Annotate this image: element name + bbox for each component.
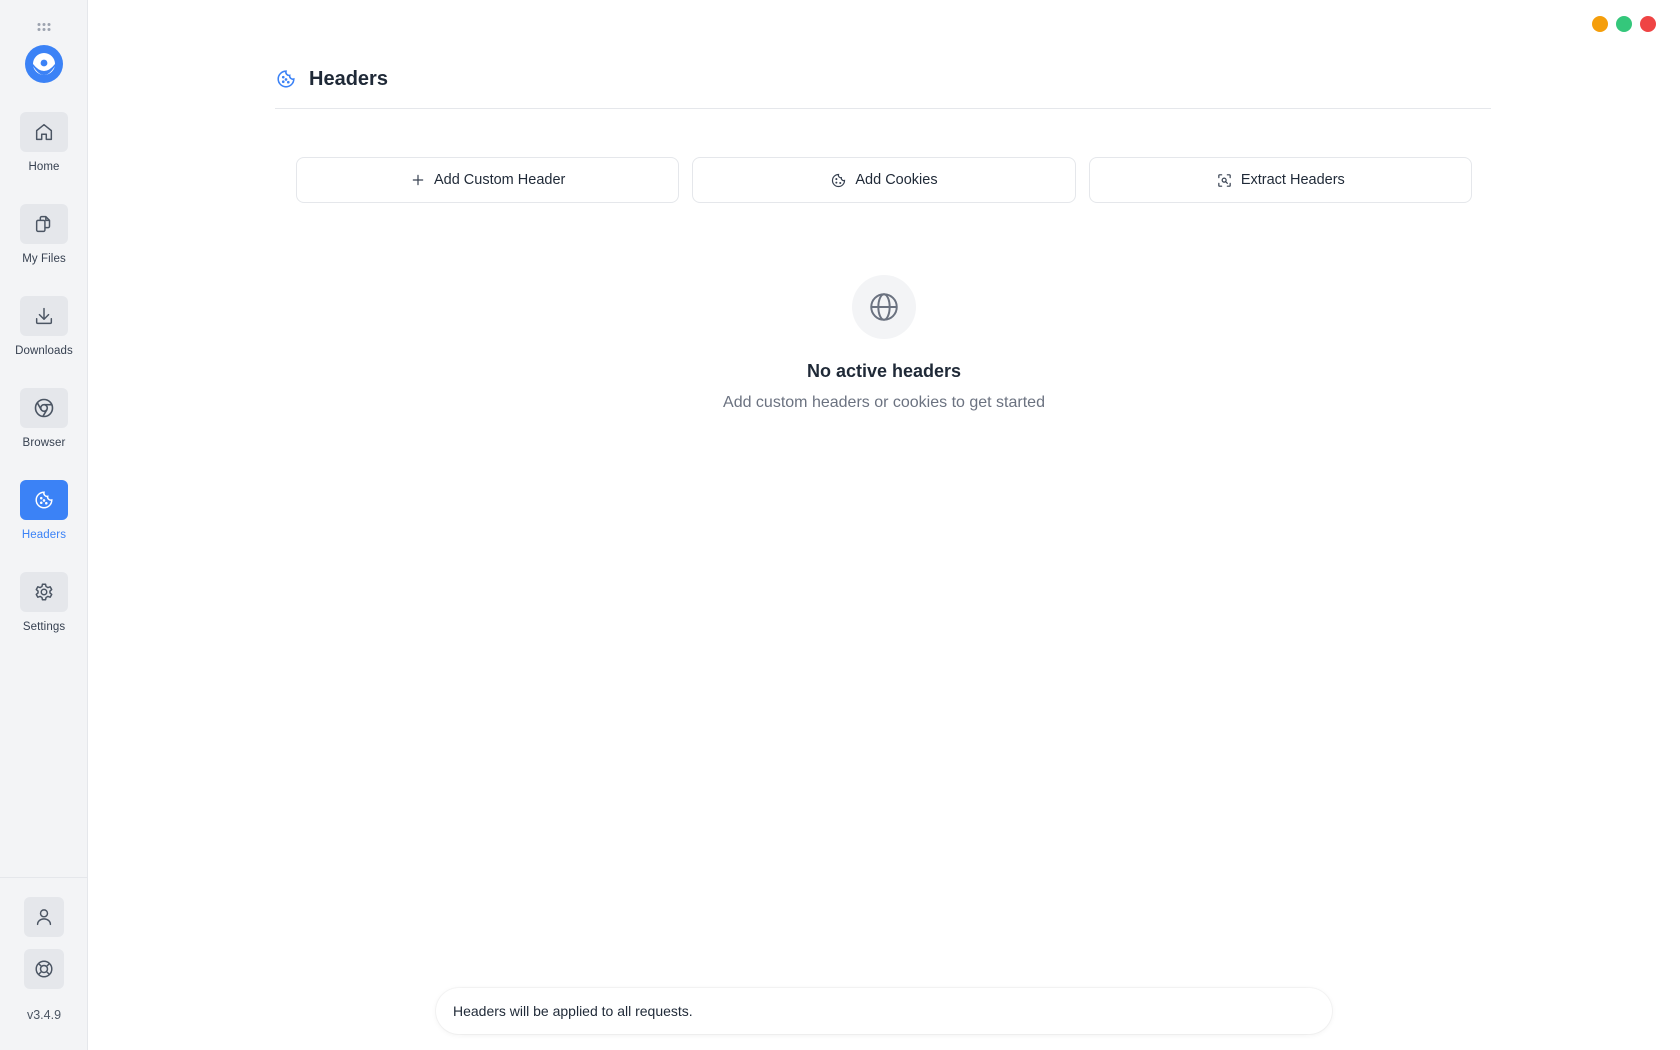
empty-state-title: No active headers	[806, 361, 962, 381]
scan-icon	[1218, 173, 1231, 187]
lifebuoy-icon[interactable]	[24, 949, 64, 989]
sidebar-item-label: Settings	[22, 621, 66, 633]
add-cookies-label: Add Cookies	[855, 172, 938, 188]
sidebar-divider	[0, 877, 88, 878]
download-icon[interactable]	[20, 296, 68, 336]
plus-icon	[412, 174, 424, 186]
app-version: v3.4.9	[26, 1008, 62, 1022]
sidebar-item-label: Headers	[21, 529, 67, 541]
extract-headers-label: Extract Headers	[1240, 172, 1345, 188]
drag-grip-icon[interactable]	[37, 23, 51, 31]
gear-icon[interactable]	[20, 572, 68, 612]
sidebar: Home My Files Downloads Browser Headers …	[0, 0, 88, 1050]
sidebar-item-headers[interactable]: Headers	[0, 480, 88, 541]
page-header: Headers	[275, 64, 1491, 109]
sidebar-item-label: Browser	[22, 437, 66, 449]
empty-state: No active headers Add custom headers or …	[88, 275, 1680, 412]
add-custom-header-label: Add Custom Header	[433, 172, 566, 188]
app-logo	[24, 44, 64, 84]
maximize-button[interactable]	[1616, 16, 1632, 32]
sidebar-item-browser[interactable]: Browser	[0, 388, 88, 449]
files-icon[interactable]	[20, 204, 68, 244]
add-custom-header-button[interactable]: Add Custom Header	[296, 157, 680, 203]
sidebar-item-settings[interactable]: Settings	[0, 572, 88, 633]
window-controls	[1592, 16, 1656, 32]
action-bar: Add Custom Header Add Cookies Extract He…	[296, 157, 1472, 203]
sidebar-item-downloads[interactable]: Downloads	[0, 296, 88, 357]
sidebar-item-label: Home	[28, 161, 60, 173]
sidebar-item-label: Downloads	[15, 345, 73, 357]
user-icon[interactable]	[24, 897, 64, 937]
info-banner: Headers will be applied to all requests.	[436, 988, 1332, 1034]
globe-icon	[852, 275, 916, 339]
sidebar-item-home[interactable]: Home	[0, 112, 88, 173]
home-icon[interactable]	[20, 112, 68, 152]
sidebar-item-my-files[interactable]: My Files	[0, 204, 88, 265]
add-cookies-button[interactable]: Add Cookies	[692, 157, 1076, 203]
empty-state-subtitle: Add custom headers or cookies to get sta…	[723, 394, 1045, 411]
minimize-button[interactable]	[1592, 16, 1608, 32]
close-button[interactable]	[1640, 16, 1656, 32]
cookie-icon[interactable]	[20, 480, 68, 520]
app-window: Home My Files Downloads Browser Headers …	[0, 0, 1680, 1050]
cookie-icon	[832, 173, 846, 187]
browser-icon[interactable]	[20, 388, 68, 428]
info-banner-text: Headers will be applied to all requests.	[453, 1003, 693, 1019]
page-title: Headers	[309, 68, 388, 90]
cookie-icon	[275, 68, 297, 90]
extract-headers-button[interactable]: Extract Headers	[1088, 157, 1472, 203]
sidebar-item-label: My Files	[22, 253, 66, 265]
